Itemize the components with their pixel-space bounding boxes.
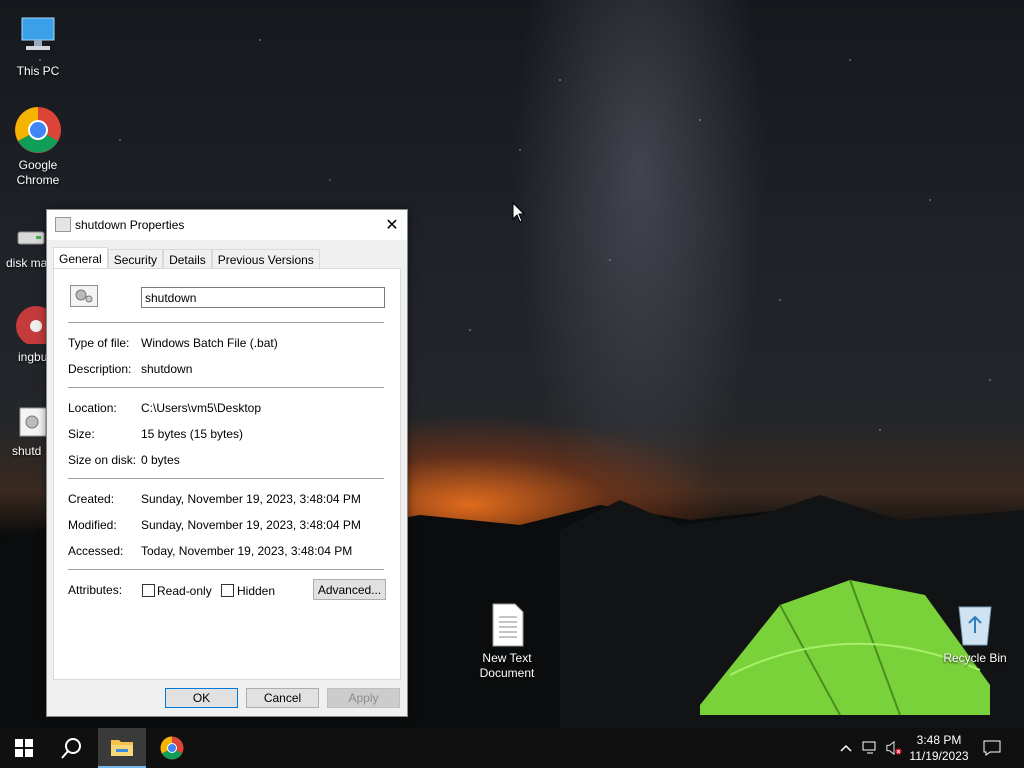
modified-value: Sunday, November 19, 2023, 3:48:04 PM — [141, 518, 361, 532]
desktop-icon-recycle-bin[interactable]: Recycle Bin — [937, 603, 1013, 666]
mouse-cursor-icon — [512, 202, 526, 223]
read-only-checkbox[interactable] — [142, 584, 155, 597]
location-label: Location: — [68, 401, 117, 415]
general-tab-panel: Type of file: Windows Batch File (.bat) … — [53, 268, 401, 680]
desktop-icon-disk-management[interactable]: disk ma — [0, 224, 52, 271]
hidden-checkbox[interactable] — [221, 584, 234, 597]
separator — [68, 322, 384, 323]
text-document-icon — [489, 603, 525, 647]
volume-muted-icon[interactable] — [886, 740, 902, 756]
apply-button[interactable]: Apply — [327, 688, 400, 708]
tab-details[interactable]: Details — [163, 249, 212, 269]
search-button[interactable] — [48, 728, 96, 768]
network-icon[interactable] — [862, 740, 878, 756]
advanced-button[interactable]: Advanced... — [313, 579, 386, 600]
cancel-button[interactable]: Cancel — [246, 688, 319, 708]
taskbar-file-explorer[interactable] — [98, 728, 146, 768]
attributes-label: Attributes: — [68, 583, 123, 597]
size-label: Size: — [68, 427, 95, 441]
computer-icon — [14, 12, 62, 60]
system-clock[interactable]: 3:48 PM 11/19/2023 — [904, 732, 974, 764]
created-value: Sunday, November 19, 2023, 3:48:04 PM — [141, 492, 361, 506]
file-name-input[interactable] — [141, 287, 385, 308]
clock-time: 3:48 PM — [916, 733, 962, 747]
notifications-icon[interactable] — [983, 740, 1001, 756]
desktop-icon-label: Google Chrome — [16, 158, 60, 187]
desktop-icon-label: New Text Document — [479, 651, 535, 680]
taskbar: 3:48 PM 11/19/2023 — [0, 728, 1024, 768]
created-label: Created: — [68, 492, 115, 506]
hidden-label[interactable]: Hidden — [237, 584, 275, 598]
size-on-disk-label: Size on disk: — [68, 453, 137, 467]
chrome-icon — [14, 106, 62, 154]
separator — [68, 387, 384, 388]
size-on-disk-value: 0 bytes — [141, 453, 180, 467]
tab-security[interactable]: Security — [107, 249, 164, 269]
start-button[interactable] — [0, 728, 48, 768]
read-only-label[interactable]: Read-only — [157, 584, 212, 598]
separator — [68, 478, 384, 479]
burn-disc-icon — [16, 300, 56, 346]
close-button[interactable]: ✕ — [377, 210, 407, 240]
tab-previous-versions[interactable]: Previous Versions — [211, 249, 320, 269]
chevron-up-icon[interactable] — [838, 740, 854, 756]
modified-label: Modified: — [68, 518, 117, 532]
batch-file-icon — [55, 217, 71, 232]
location-value: C:\Users\vm5\Desktop — [141, 401, 262, 415]
file-explorer-icon — [111, 740, 133, 756]
desktop-icon-label: Recycle Bin — [943, 651, 1007, 665]
size-value: 15 bytes (15 bytes) — [141, 427, 244, 441]
recycle-bin-icon — [955, 603, 995, 647]
desktop-icon-new-text-document[interactable]: New Text Document — [469, 603, 545, 681]
chrome-icon — [160, 736, 184, 760]
desktop-icon-this-pc[interactable]: This PC — [0, 12, 76, 79]
type-of-file-label: Type of file: — [68, 336, 130, 350]
start-icon — [15, 739, 33, 757]
batch-file-icon — [16, 406, 47, 438]
tab-general[interactable]: General — [53, 247, 108, 269]
accessed-value: Today, November 19, 2023, 3:48:04 PM — [141, 544, 353, 558]
taskbar-chrome[interactable] — [148, 728, 196, 768]
dialog-titlebar[interactable]: shutdown Properties ✕ — [47, 210, 407, 240]
desktop-icon-google-chrome[interactable]: Google Chrome — [0, 106, 76, 188]
ok-button[interactable]: OK — [165, 688, 238, 708]
search-icon — [61, 738, 81, 759]
batch-file-icon — [70, 285, 98, 307]
separator — [68, 569, 384, 570]
disk-icon — [16, 224, 46, 252]
type-of-file-value: Windows Batch File (.bat) — [141, 336, 278, 350]
description-label: Description: — [68, 362, 132, 376]
close-icon: ✕ — [385, 217, 399, 234]
description-value: shutdown — [141, 362, 193, 376]
accessed-label: Accessed: — [68, 544, 124, 558]
properties-dialog: shutdown Properties ✕ General Security D… — [46, 209, 408, 717]
tab-strip: General Security Details Previous Versio… — [53, 247, 320, 269]
clock-date: 11/19/2023 — [909, 749, 969, 763]
desktop-icon-label: This PC — [16, 64, 60, 78]
dialog-title: shutdown Properties — [75, 218, 185, 232]
